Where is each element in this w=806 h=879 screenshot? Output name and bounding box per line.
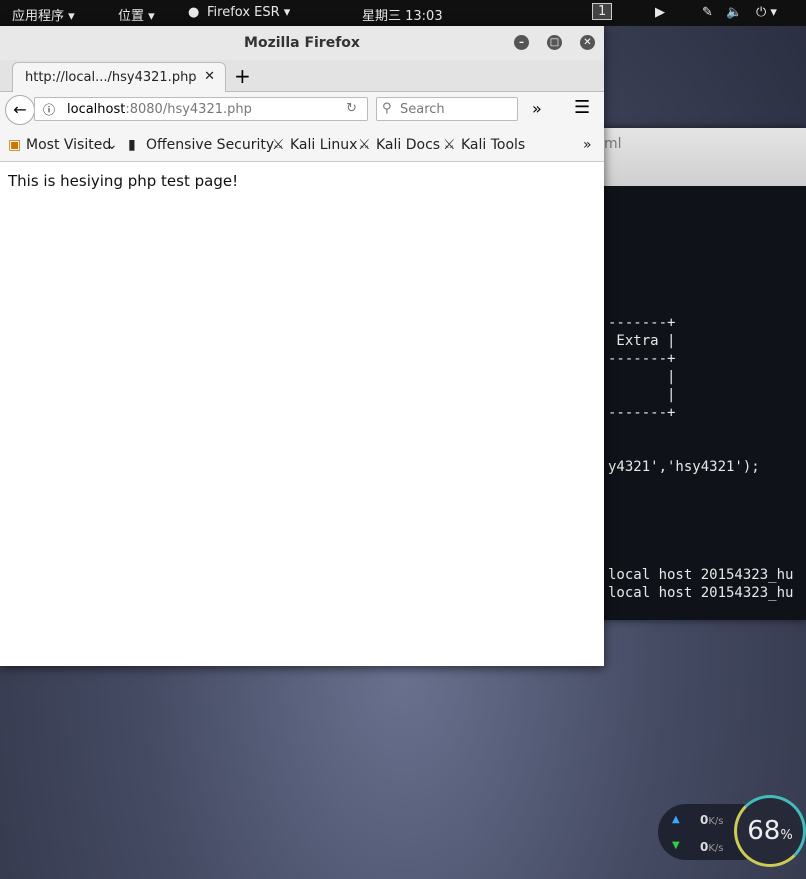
- download-icon: ▼: [672, 840, 680, 851]
- tab-bar: http://local.../hsy4321.php ✕ +: [0, 60, 604, 93]
- title-bar: Mozilla Firefox – □ ✕: [0, 26, 604, 60]
- menu-icon[interactable]: ☰: [574, 97, 590, 118]
- download-speed: 0K/s: [700, 840, 724, 854]
- volume-icon[interactable]: 🔈: [726, 5, 742, 20]
- kali-icon: ⚔: [443, 137, 456, 153]
- clock[interactable]: 星期三 13:03: [362, 5, 443, 24]
- power-icon[interactable]: ⏻ ▾: [756, 5, 777, 20]
- search-placeholder: Search: [400, 102, 445, 117]
- terminal-line: local host 20154323_hu: [608, 585, 794, 601]
- offsec-icon: ▮: [128, 137, 136, 153]
- chevron-down-icon: ⌄: [106, 137, 118, 153]
- url-host: localhost: [67, 102, 126, 117]
- bookmarks-overflow[interactable]: »: [583, 137, 592, 153]
- maximize-button[interactable]: □: [547, 35, 562, 50]
- terminal-line: Extra |: [608, 333, 676, 349]
- terminal-line: -------+: [608, 315, 676, 331]
- url-path: :8080/hsy4321.php: [125, 102, 252, 117]
- terminal-line: local host 20154323_hu: [608, 567, 794, 583]
- top-panel: 应用程序 ▾ 位置 ▾ ● Firefox ESR ▾ 星期三 13:03 1 …: [0, 0, 806, 26]
- cpu-gauge: 68%: [734, 795, 806, 867]
- bookmark-kali-linux[interactable]: Kali Linux: [290, 137, 357, 153]
- firefox-window: Mozilla Firefox – □ ✕ http://local.../hs…: [0, 26, 604, 666]
- close-button[interactable]: ✕: [580, 35, 595, 50]
- bookmark-offensive-security[interactable]: Offensive Security: [146, 137, 274, 153]
- tab-label: http://local.../hsy4321.php: [25, 70, 197, 85]
- terminal-line: |: [608, 387, 676, 403]
- upload-icon: ▲: [672, 814, 680, 825]
- minimize-button[interactable]: –: [514, 35, 529, 50]
- bookmark-kali-docs[interactable]: Kali Docs: [376, 137, 440, 153]
- search-input[interactable]: ⚲ Search: [376, 97, 518, 121]
- bookmark-most-visited[interactable]: Most Visited: [26, 137, 111, 153]
- folder-icon: ▣: [8, 137, 22, 153]
- back-button[interactable]: ←: [5, 95, 35, 125]
- reload-icon[interactable]: ↻: [346, 101, 357, 116]
- window-title: Mozilla Firefox: [244, 35, 360, 51]
- camera-icon[interactable]: ▶: [655, 5, 665, 20]
- bookmarks-toolbar: ▣ Most Visited ⌄ ▮ Offensive Security ⚔ …: [0, 128, 604, 162]
- info-icon[interactable]: ⓘ: [43, 101, 55, 118]
- page-content: This is hesiying php test page!: [8, 172, 239, 190]
- nav-bar: ← ⓘ localhost:8080/hsy4321.php ↻ ⚲ Search…: [0, 92, 604, 128]
- upload-speed: 0K/s: [700, 813, 724, 827]
- workspace-indicator[interactable]: 1: [592, 3, 613, 20]
- applications-menu[interactable]: 应用程序 ▾: [12, 5, 75, 24]
- url-bar[interactable]: ⓘ localhost:8080/hsy4321.php ↻: [34, 97, 368, 121]
- kali-icon: ⚔: [358, 137, 371, 153]
- terminal-title: ml: [600, 128, 806, 186]
- bookmark-kali-tools[interactable]: Kali Tools: [461, 137, 525, 153]
- search-icon: ⚲: [382, 101, 392, 116]
- active-app-menu[interactable]: Firefox ESR ▾: [207, 5, 290, 20]
- terminal-line: y4321','hsy4321');: [608, 459, 760, 475]
- close-tab-icon[interactable]: ✕: [204, 69, 215, 84]
- new-tab-button[interactable]: +: [234, 64, 251, 88]
- terminal-line: |: [608, 369, 676, 385]
- pen-icon[interactable]: ✎: [702, 5, 713, 20]
- tab-active[interactable]: http://local.../hsy4321.php ✕: [12, 62, 226, 93]
- firefox-icon: ●: [188, 5, 200, 20]
- places-menu[interactable]: 位置 ▾: [118, 5, 155, 24]
- terminal-line: -------+: [608, 351, 676, 367]
- overflow-button[interactable]: »: [532, 99, 542, 118]
- terminal-window[interactable]: ml -------+ Extra | -------+ | | -------…: [600, 128, 806, 620]
- terminal-line: -------+: [608, 405, 676, 421]
- cpu-percent: 68: [747, 816, 781, 846]
- kali-icon: ⚔: [272, 137, 285, 153]
